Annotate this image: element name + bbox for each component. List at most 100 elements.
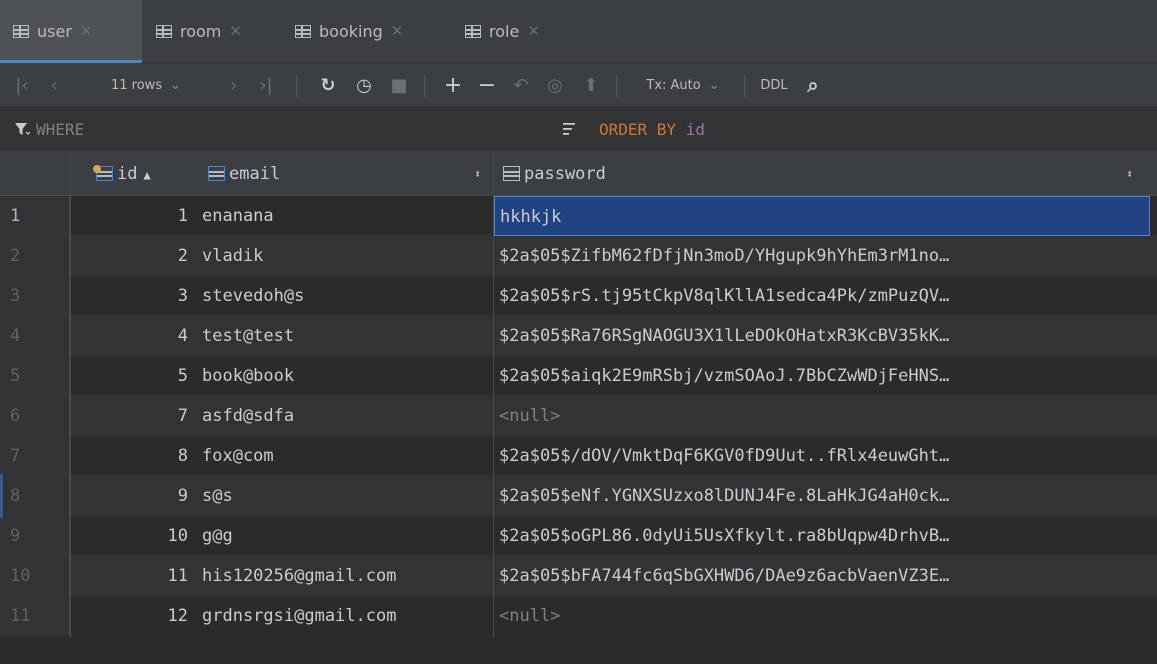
row-number[interactable]: 9	[0, 516, 70, 556]
cell-password[interactable]: $2a$05$rS.tj95tCkpV8qlKllA1sedca4Pk/zmPu…	[494, 276, 1150, 316]
row-number[interactable]: 3	[0, 276, 70, 316]
table-row[interactable]: 3 3 stevedoh@s $2a$05$rS.tj95tCkpV8qlKllA1s…	[0, 276, 1157, 316]
cell-password[interactable]: $2a$05$bFA744fc6qSbGXHWD6/DAe9z6acbVaenV…	[494, 556, 1150, 596]
close-icon[interactable]: ✕	[80, 22, 93, 40]
table-row[interactable]: 5 5 book@book $2a$05$aiqk2E9mRSbj/vzmSOAoJ.…	[0, 356, 1157, 396]
cell-id[interactable]: 5	[70, 356, 194, 396]
tab-role[interactable]: role ✕	[455, 0, 575, 63]
table-row[interactable]: 11 12 grdnsrgsi@gmail.com <null>	[0, 596, 1157, 636]
cell-id[interactable]: 3	[70, 276, 194, 316]
cell-password[interactable]: $2a$05$oGPL86.0dyUi5UsXfkylt.ra8bUqpw4Dr…	[494, 516, 1150, 556]
table-icon	[465, 25, 481, 38]
table-row[interactable]: 9 10 g@g $2a$05$oGPL86.0dyUi5UsXfkylt.ra8bU…	[0, 516, 1157, 556]
row-number[interactable]: 5	[0, 356, 70, 396]
cell-id[interactable]: 11	[70, 556, 194, 596]
tab-label: room	[180, 22, 222, 41]
where-filter-input[interactable]: WHERE	[36, 107, 84, 152]
cell-id[interactable]: 4	[70, 316, 194, 356]
cell-email[interactable]: grdnsrgsi@gmail.com	[202, 596, 492, 636]
cell-id[interactable]: 9	[70, 476, 194, 516]
preview-changes-icon[interactable]: ◎	[540, 63, 570, 107]
ddl-button[interactable]: DDL	[754, 63, 794, 107]
row-number[interactable]: 11	[0, 596, 70, 636]
cell-email[interactable]: book@book	[202, 356, 492, 396]
row-number[interactable]: 4	[0, 316, 70, 356]
cell-email[interactable]: test@test	[202, 316, 492, 356]
close-icon[interactable]: ✕	[229, 22, 242, 40]
cell-password[interactable]: $2a$05$/dOV/VmktDqF6KGV0fD9Uut..fRlx4euw…	[494, 436, 1150, 476]
close-icon[interactable]: ✕	[391, 22, 404, 40]
cell-password[interactable]: $2a$05$ZifbM62fDfjNn3moD/YHgupk9hYhEm3rM…	[494, 236, 1150, 276]
row-number[interactable]: 2	[0, 236, 70, 276]
submit-icon[interactable]: ⬆	[578, 63, 604, 107]
order-by-keyword: ORDER BY	[599, 120, 677, 139]
rows-count-dropdown[interactable]: 11 rows ⌄	[76, 63, 216, 107]
cell-email[interactable]: g@g	[202, 516, 492, 556]
cell-id[interactable]: 7	[70, 396, 194, 436]
close-icon[interactable]: ✕	[527, 22, 540, 40]
cell-id[interactable]: 2	[70, 236, 194, 276]
refresh-icon[interactable]: ↻	[314, 63, 342, 107]
row-number[interactable]: 7	[0, 436, 70, 476]
cell-email[interactable]: enanana	[202, 196, 492, 236]
tab-booking[interactable]: booking ✕	[285, 0, 453, 63]
cell-password[interactable]: $2a$05$aiqk2E9mRSbj/vzmSOAoJ.7BbCZwWDjFe…	[494, 356, 1150, 396]
order-by-input[interactable]: ORDER BY id	[599, 107, 705, 152]
tab-room[interactable]: room ✕	[144, 0, 284, 63]
table-row[interactable]: 10 11 his120256@gmail.com $2a$05$bFA744fc6q…	[0, 556, 1157, 596]
where-label: WHERE	[36, 120, 85, 139]
sort-toggle-icon[interactable]: ⬍	[1126, 152, 1133, 196]
filter-icon[interactable]	[14, 121, 30, 137]
stop-icon[interactable]: ■	[386, 63, 412, 107]
table-row[interactable]: 2 2 vladik $2a$05$ZifbM62fDfjNn3moD/YHgupk9…	[0, 236, 1157, 276]
cell-password[interactable]: hkhkjk	[494, 196, 1150, 236]
remove-row-icon[interactable]: −	[474, 63, 500, 107]
column-header-email[interactable]: email	[208, 152, 280, 196]
chevron-down-icon: ⌄	[708, 77, 720, 93]
sort-toggle-icon[interactable]: ⬍	[474, 152, 481, 196]
previous-page-icon[interactable]: ‹	[42, 63, 66, 107]
table-row[interactable]: 7 8 fox@com $2a$05$/dOV/VmktDqF6KGV0fD9Uut.…	[0, 436, 1157, 476]
transaction-mode-dropdown[interactable]: Tx: Auto ⌄	[628, 63, 738, 107]
add-row-icon[interactable]: +	[440, 63, 466, 107]
tab-label: user	[37, 22, 72, 41]
table-row[interactable]: 6 7 asfd@sdfa <null>	[0, 396, 1157, 436]
cell-password[interactable]: $2a$05$eNf.YGNXSUzxo8lDUNJ4Fe.8LaHkJG4aH…	[494, 476, 1150, 516]
search-icon[interactable]: ⌕	[798, 63, 828, 107]
toolbar-separator	[616, 75, 617, 97]
cell-password[interactable]: <null>	[494, 396, 1150, 436]
cell-email[interactable]: his120256@gmail.com	[202, 556, 492, 596]
cell-email[interactable]: stevedoh@s	[202, 276, 492, 316]
cell-id[interactable]: 10	[70, 516, 194, 556]
row-number[interactable]: 6	[0, 396, 70, 436]
cell-password[interactable]: <null>	[494, 596, 1150, 636]
grid-header: id ▲ email ⬍ password ⬍	[0, 152, 1157, 196]
column-divider	[493, 152, 494, 638]
row-number[interactable]: 8	[0, 476, 70, 516]
column-header-password[interactable]: password	[503, 152, 606, 196]
cell-password[interactable]: $2a$05$Ra76RSgNAOGU3X1lLeDOkOHatxR3KcBV3…	[494, 316, 1150, 356]
cell-email[interactable]: vladik	[202, 236, 492, 276]
column-header-id[interactable]: id ▲	[93, 152, 151, 196]
first-page-icon[interactable]: |‹	[10, 63, 34, 107]
cell-email[interactable]: fox@com	[202, 436, 492, 476]
history-icon[interactable]: ◷	[350, 63, 378, 107]
cell-email[interactable]: asfd@sdfa	[202, 396, 492, 436]
last-page-icon[interactable]: ›|	[254, 63, 278, 107]
table-row[interactable]: 8 9 s@s $2a$05$eNf.YGNXSUzxo8lDUNJ4Fe.8LaHk…	[0, 476, 1157, 516]
cell-email[interactable]: s@s	[202, 476, 492, 516]
table-row[interactable]: 1 1 enanana hkhkjk	[0, 196, 1157, 236]
table-icon	[156, 25, 172, 38]
tab-user[interactable]: user ✕	[0, 0, 142, 63]
cell-id[interactable]: 12	[70, 596, 194, 636]
transaction-mode-label: Tx: Auto	[646, 77, 701, 93]
sort-icon[interactable]	[563, 122, 579, 136]
row-number[interactable]: 1	[0, 196, 70, 236]
cell-id[interactable]: 8	[70, 436, 194, 476]
row-number[interactable]: 10	[0, 556, 70, 596]
grid-empty-area	[0, 638, 1157, 664]
revert-icon[interactable]: ↶	[508, 63, 534, 107]
cell-id[interactable]: 1	[70, 196, 194, 236]
next-page-icon[interactable]: ›	[222, 63, 246, 107]
table-row[interactable]: 4 4 test@test $2a$05$Ra76RSgNAOGU3X1lLeDOkO…	[0, 316, 1157, 356]
